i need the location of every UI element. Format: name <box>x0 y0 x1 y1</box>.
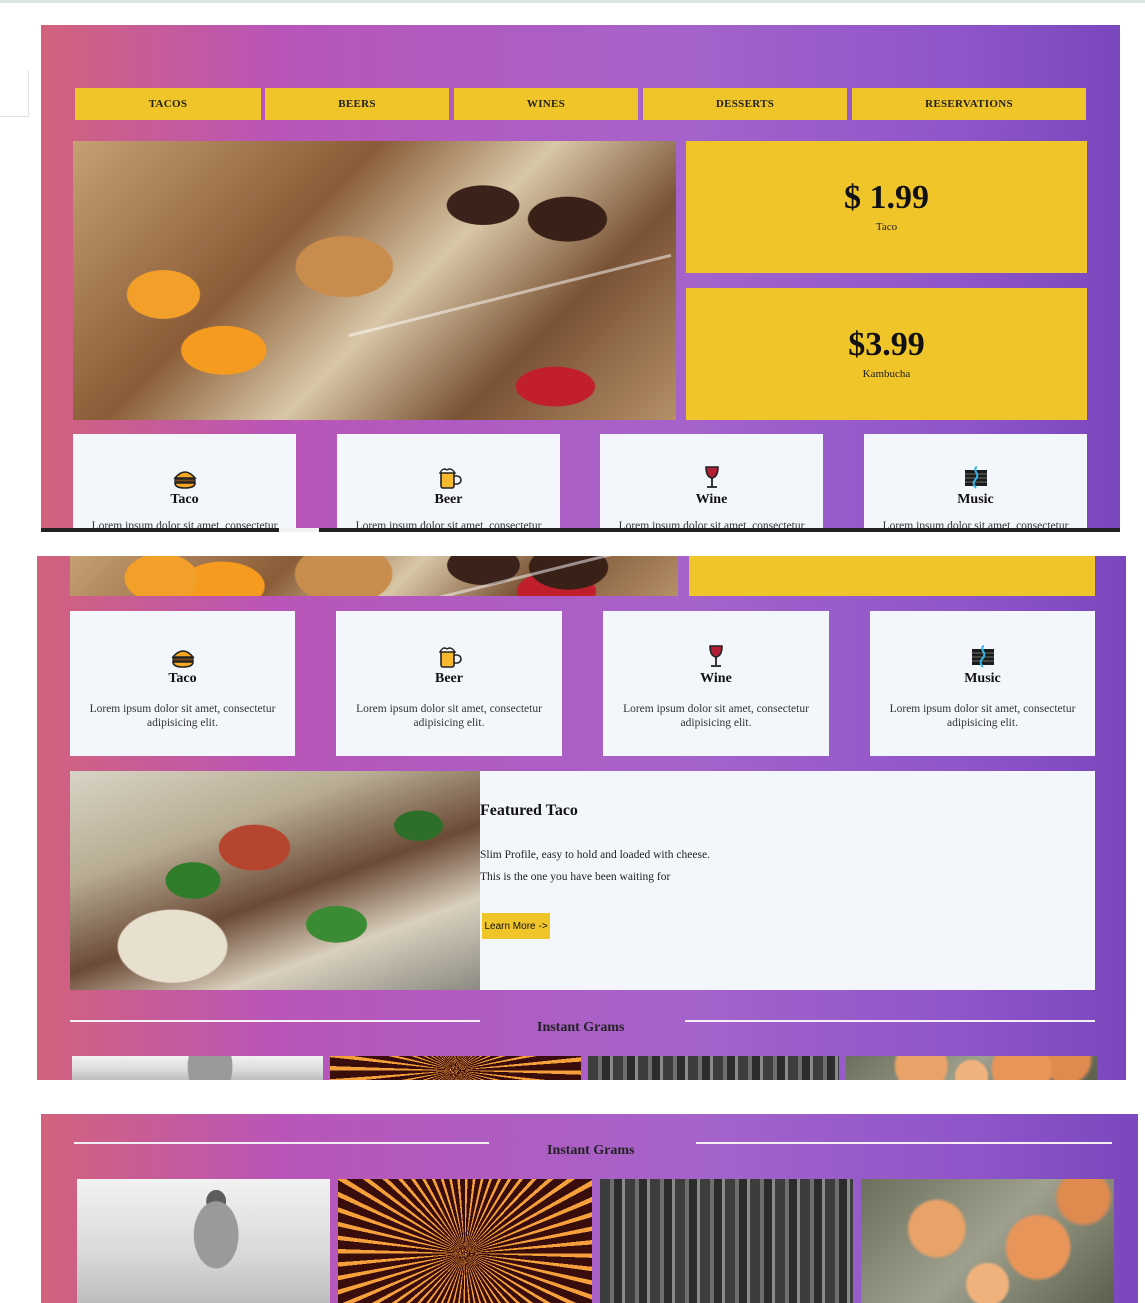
nav-beers[interactable]: BEERS <box>265 88 449 120</box>
featured-line-1: Slim Profile, easy to hold and loaded wi… <box>480 849 710 861</box>
gram-image-fireworks[interactable] <box>330 1056 581 1080</box>
card-title: Wine <box>695 492 728 507</box>
music-clef-icon <box>964 466 987 489</box>
card-text: Lorem ipsum dolor sit amet, consectetur … <box>623 703 809 729</box>
gram-image-city[interactable] <box>588 1056 839 1080</box>
instant-grams-title: Instant Grams <box>547 1143 635 1158</box>
nav-tacos[interactable]: TACOS <box>75 88 261 120</box>
gram-image-city[interactable] <box>600 1179 853 1303</box>
divider-left <box>70 1020 480 1022</box>
feature-card-music: Music Lorem ipsum dolor sit amet, consec… <box>870 611 1095 756</box>
price-amount: $ 1.99 <box>844 179 929 216</box>
price-box-taco: $ 1.99 Taco <box>686 141 1087 273</box>
dessert-hero-image-cropped <box>70 556 678 596</box>
card-text: Lorem ipsum dolor sit amet, consectetur … <box>356 703 542 729</box>
price-label: Kambucha <box>862 368 911 380</box>
gram-image-flowers[interactable] <box>861 1179 1114 1303</box>
nav-reservations[interactable]: RESERVATIONS <box>852 88 1086 120</box>
price-box-kambucha: $3.99 Kambucha <box>686 288 1087 420</box>
price-amount: $3.99 <box>848 326 925 363</box>
featured-taco-image <box>70 771 480 990</box>
panel-bottom-gap <box>279 528 319 532</box>
price-box-cropped <box>689 556 1095 596</box>
featured-taco-panel: Featured Taco Slim Profile, easy to hold… <box>480 771 1095 990</box>
beer-mug-icon <box>438 468 462 489</box>
feature-card-beer: Beer Lorem ipsum dolor sit amet, consect… <box>337 434 560 532</box>
feature-card-wine: Wine Lorem ipsum dolor sit amet, consect… <box>600 434 823 532</box>
beer-mug-icon <box>438 647 462 668</box>
screenshot-panel-middle: Taco Lorem ipsum dolor sit amet, consect… <box>37 556 1126 1080</box>
gram-image-fireworks[interactable] <box>338 1179 592 1303</box>
burger-icon <box>172 471 197 489</box>
card-title: Wine <box>700 671 732 686</box>
burger-icon <box>170 650 195 668</box>
card-text: Lorem ipsum dolor sit amet, consectetur … <box>89 703 276 729</box>
divider-left <box>74 1142 489 1144</box>
feature-card-music: Music Lorem ipsum dolor sit amet, consec… <box>864 434 1087 532</box>
featured-title: Featured Taco <box>480 802 578 819</box>
learn-more-button[interactable]: Learn More -> <box>482 913 550 939</box>
featured-line-2: This is the one you have been waiting fo… <box>480 871 671 883</box>
price-label: Taco <box>875 221 898 233</box>
wine-glass-icon <box>704 466 719 488</box>
card-title: Beer <box>434 492 463 507</box>
screenshot-panel-top: TACOS BEERS WINES DESSERTS RESERVATIONS … <box>41 25 1120 532</box>
feature-card-taco: Taco Lorem ipsum dolor sit amet, consect… <box>73 434 296 532</box>
card-title: Taco <box>168 671 197 686</box>
card-text: Lorem ipsum dolor sit amet, consectetur … <box>889 703 1076 729</box>
sidebar-fragment <box>0 70 29 117</box>
divider-right <box>696 1142 1112 1144</box>
top-border <box>0 0 1145 3</box>
panel-bottom-edge <box>41 528 1120 532</box>
card-title: Taco <box>170 492 199 507</box>
music-clef-icon <box>971 645 994 668</box>
wine-glass-icon <box>709 645 723 667</box>
screenshot-panel-bottom: Instant Grams <box>41 1114 1138 1303</box>
instant-grams-title: Instant Grams <box>537 1020 625 1035</box>
feature-card-taco: Taco Lorem ipsum dolor sit amet, consect… <box>70 611 295 756</box>
gram-image-bride[interactable] <box>72 1056 323 1080</box>
nav-wines[interactable]: WINES <box>454 88 638 120</box>
card-title: Beer <box>435 671 463 686</box>
feature-card-beer: Beer Lorem ipsum dolor sit amet, consect… <box>336 611 562 756</box>
divider-right <box>685 1020 1095 1022</box>
dessert-hero-image <box>73 141 676 420</box>
card-title: Music <box>964 671 1001 686</box>
card-title: Music <box>957 492 994 507</box>
gram-image-bride[interactable] <box>77 1179 330 1303</box>
feature-card-wine: Wine Lorem ipsum dolor sit amet, consect… <box>603 611 829 756</box>
gram-image-flowers[interactable] <box>846 1056 1097 1080</box>
nav-desserts[interactable]: DESSERTS <box>643 88 847 120</box>
